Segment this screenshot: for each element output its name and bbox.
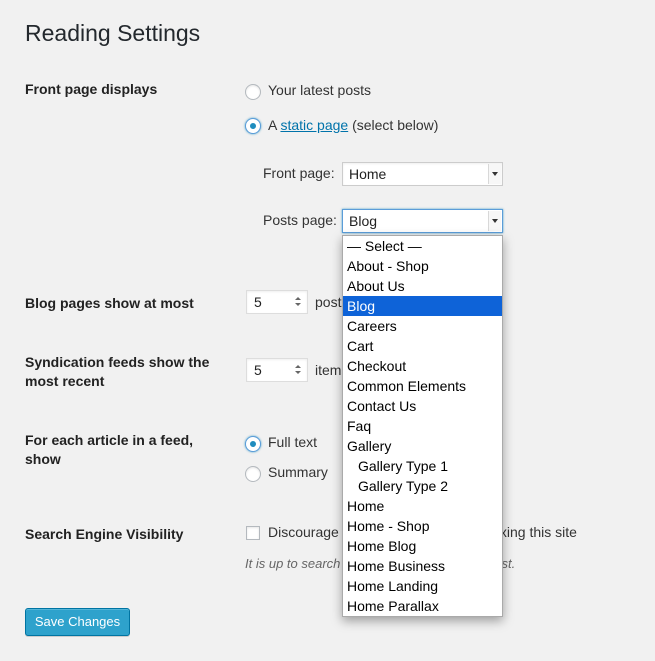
blog-pages-label: Blog pages show at most <box>25 295 194 311</box>
chevron-down-icon <box>488 211 501 231</box>
dropdown-option[interactable]: — Select — <box>343 236 502 256</box>
save-changes-button[interactable]: Save Changes <box>25 608 130 636</box>
dropdown-option-selected[interactable]: Blog <box>343 296 502 316</box>
feed-article-label: For each article in a feed, show <box>25 432 194 467</box>
dropdown-option[interactable]: Gallery Type 2 <box>343 476 502 496</box>
dropdown-option[interactable]: About Us <box>343 276 502 296</box>
syndication-label: Syndication feeds show the most recent <box>25 354 210 389</box>
front-page-select-value: Home <box>349 166 387 182</box>
blog-pages-value: 5 <box>254 294 262 310</box>
front-page-select-label: Front page: <box>263 165 335 181</box>
dropdown-option[interactable]: Contact Us <box>343 396 502 416</box>
dropdown-option[interactable]: Home Business <box>343 556 502 576</box>
static-page-link[interactable]: static page <box>280 117 348 133</box>
posts-page-select-value: Blog <box>349 213 378 229</box>
blog-pages-input[interactable]: 5 <box>246 290 308 314</box>
dropdown-option[interactable]: Gallery Type 1 <box>343 456 502 476</box>
spinner-icon[interactable] <box>294 295 301 309</box>
radio-latest-posts[interactable] <box>245 84 261 100</box>
dropdown-option[interactable]: Home Parallax <box>343 596 502 616</box>
chevron-down-icon <box>488 164 501 184</box>
radio-full-text[interactable] <box>245 436 261 452</box>
front-page-select[interactable]: Home <box>342 162 503 186</box>
dropdown-option[interactable]: Gallery <box>343 436 502 456</box>
dropdown-option[interactable]: Checkout <box>343 356 502 376</box>
page-title: Reading Settings <box>25 20 201 46</box>
syndication-input[interactable]: 5 <box>246 358 308 382</box>
static-suffix: (select below) <box>352 117 439 133</box>
dropdown-option[interactable]: Common Elements <box>343 376 502 396</box>
dropdown-option[interactable]: About - Shop <box>343 256 502 276</box>
dropdown-option[interactable]: Home - Shop <box>343 516 502 536</box>
search-visibility-label: Search Engine Visibility <box>25 526 184 542</box>
syndication-value: 5 <box>254 362 262 378</box>
dropdown-option[interactable]: Cart <box>343 336 502 356</box>
radio-summary[interactable] <box>245 466 261 482</box>
posts-page-select[interactable]: Blog <box>342 209 503 233</box>
spinner-icon[interactable] <box>294 363 301 377</box>
dropdown-option[interactable]: Careers <box>343 316 502 336</box>
discourage-search-checkbox[interactable] <box>246 526 260 540</box>
static-prefix: A <box>268 117 277 133</box>
radio-static-page[interactable] <box>245 118 261 134</box>
radio-static-page-label[interactable]: A static page (select below) <box>268 117 438 133</box>
radio-summary-label[interactable]: Summary <box>268 464 328 480</box>
radio-latest-posts-label[interactable]: Your latest posts <box>268 82 371 98</box>
dropdown-option[interactable]: Home Landing <box>343 576 502 596</box>
dropdown-option[interactable]: Faq <box>343 416 502 436</box>
posts-page-dropdown-list[interactable]: — Select — About - Shop About Us Blog Ca… <box>342 235 503 617</box>
dropdown-option[interactable]: Home <box>343 496 502 516</box>
front-page-displays-label: Front page displays <box>25 81 158 97</box>
radio-full-text-label[interactable]: Full text <box>268 434 317 450</box>
posts-page-select-label: Posts page: <box>263 212 337 228</box>
dropdown-option[interactable]: Home Blog <box>343 536 502 556</box>
